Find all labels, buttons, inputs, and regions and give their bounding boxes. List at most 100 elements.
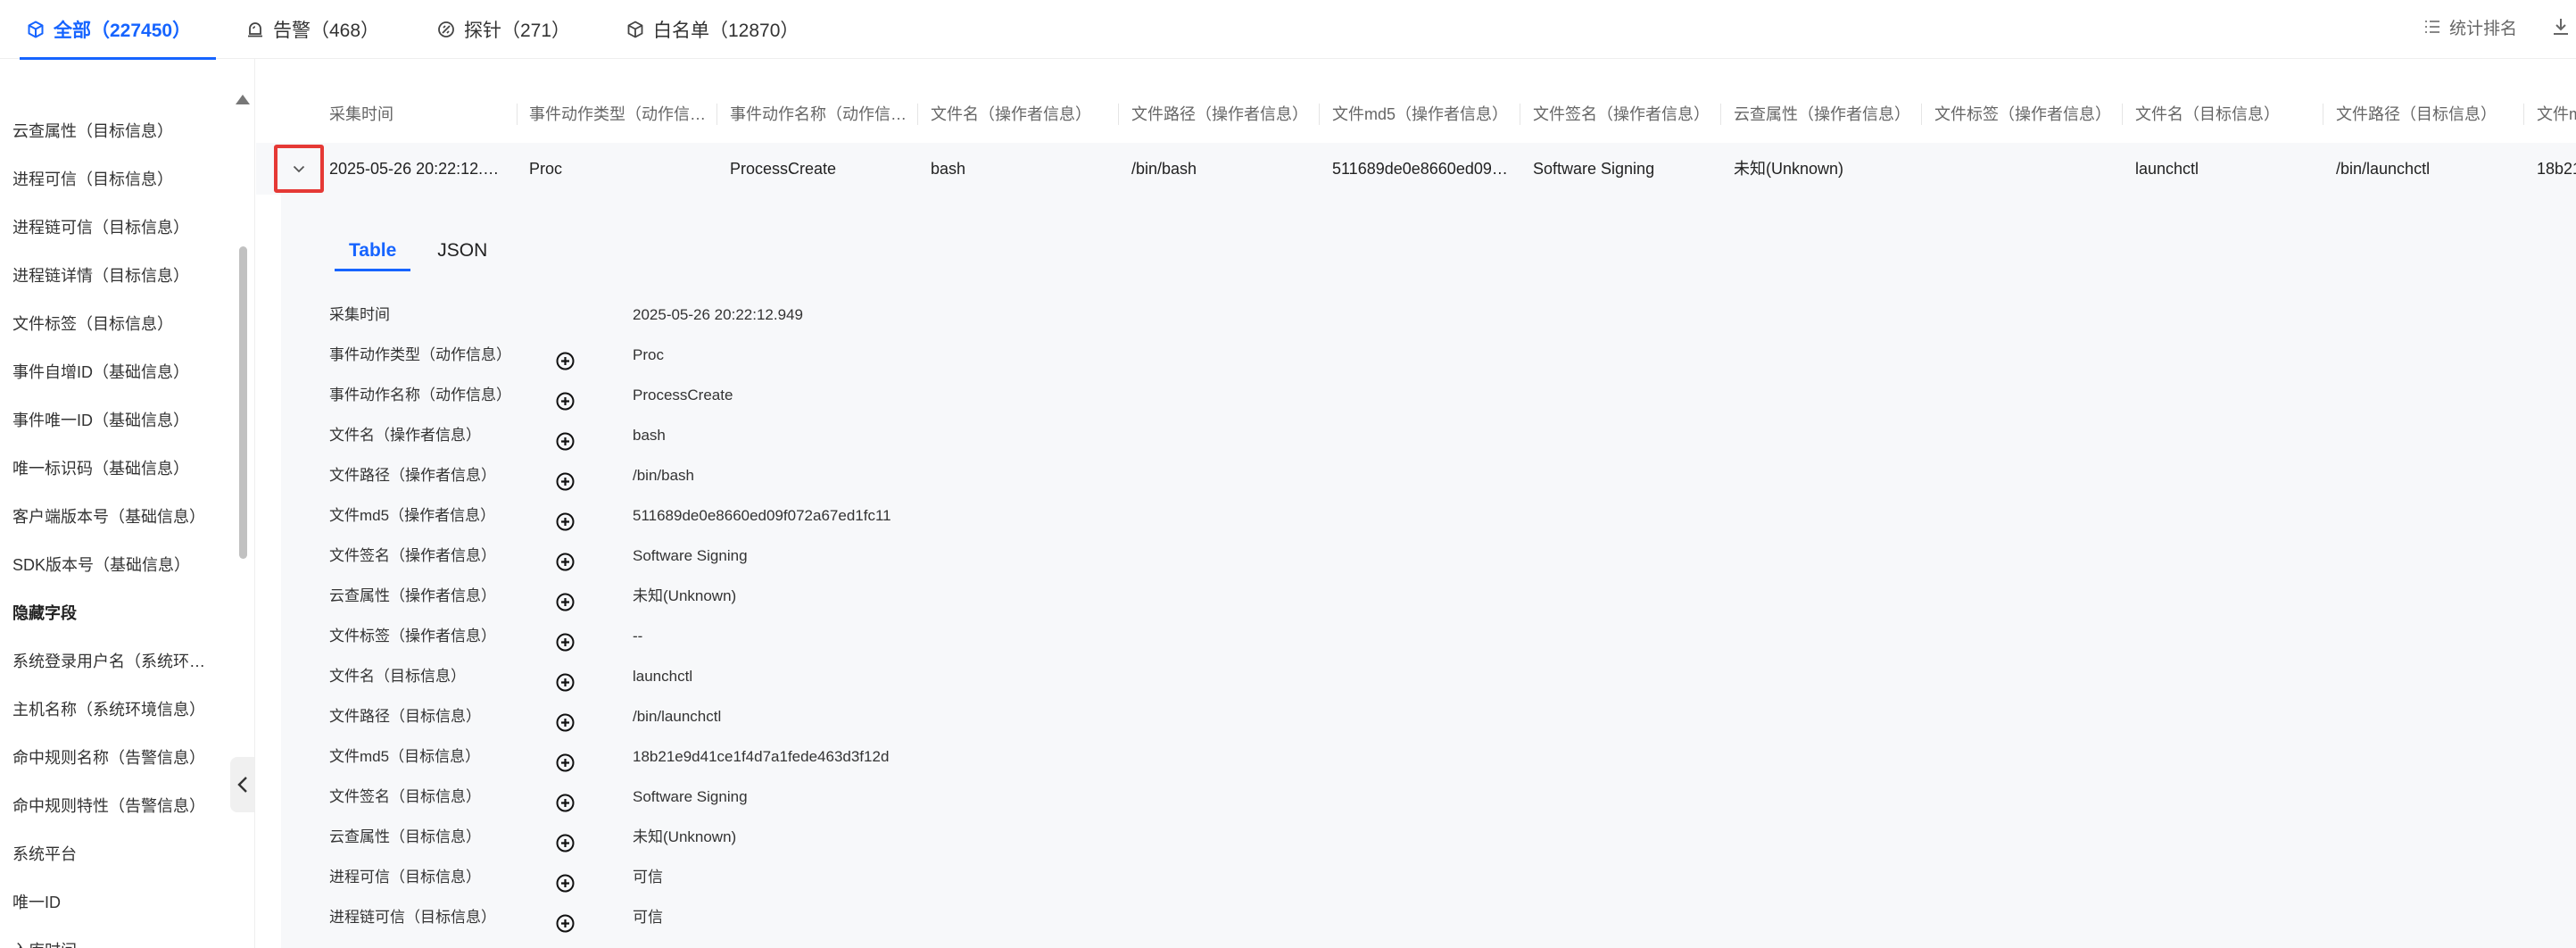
add-filter-icon[interactable] [556,386,575,411]
add-filter-icon[interactable] [556,426,575,451]
column-header[interactable]: 采集时间 [329,86,517,143]
detail-row: 文件md5（操作者信息） 511689de0e8660ed09f072a67ed1… [329,495,1578,536]
alarm-icon [248,22,262,37]
field-item[interactable]: 文件标签（目标信息） [12,300,218,348]
add-filter-icon[interactable] [556,586,575,611]
column-header[interactable]: 文件路径（目标信息） [2336,86,2523,143]
column-divider [1921,104,1922,125]
hidden-field-item[interactable]: 系统登录用户名（系统环境） [12,637,218,686]
column-header[interactable]: 文件标签（操作者信息） [1934,86,2122,143]
detail-row: 文件md5（目标信息） 18b21e9d41ce1f4d7a1fede463d3f… [329,736,1578,777]
hidden-field-item[interactable]: 系统平台 [12,830,218,878]
column-header[interactable]: 文件名（操作者信息） [931,86,1118,143]
detail-key: 文件名（操作者信息） [329,427,481,444]
detail-row: 事件动作名称（动作信息） ProcessCreate [329,375,1578,415]
table-cell: ProcessCreate [730,160,837,178]
add-filter-icon[interactable] [556,506,575,531]
hidden-field-item[interactable]: 命中规则特性（告警信息） [12,782,218,830]
column-header[interactable]: 事件动作名称（动作信息） [730,86,917,143]
download-button[interactable] [2553,18,2576,36]
probe-icon [438,21,454,37]
detail-row: 云查属性（操作者信息） 未知(Unknown) [329,576,1578,616]
add-filter-icon[interactable] [556,707,575,732]
field-item[interactable]: 云查属性（目标信息） [12,107,218,155]
field-item[interactable]: SDK版本号（基础信息） [12,541,218,589]
column-header[interactable]: 云查属性（操作者信息） [1734,86,1921,143]
table-cell: bash [931,160,966,178]
add-filter-icon[interactable] [556,787,575,812]
detail-key: 进程链可信（目标信息） [329,909,496,926]
table-cell [1934,143,2122,195]
add-filter-icon[interactable] [556,868,575,893]
tab-probe[interactable]: 探针（271） [437,0,570,59]
table-cell: 511689de0e8660ed09f072a67ed1fc11 [1332,160,1520,178]
detail-row: 事件动作类型（动作信息） Proc [329,335,1578,375]
tab-all[interactable]: 全部（227450） [19,0,217,60]
detail-row: 文件标签（操作者信息） -- [329,616,1578,656]
field-item[interactable]: 事件自增ID（基础信息） [12,348,218,396]
column-divider [917,104,918,125]
detail-row: 进程可信（目标信息） 可信 [329,857,1578,897]
detail-row: 采集时间 2025-05-26 20:22:12.949 [329,295,1578,335]
expand-row-button[interactable] [274,145,324,193]
list-icon [2424,21,2439,33]
tab-whitelist[interactable]: 白名单（12870） [626,0,799,59]
column-divider [716,104,717,125]
field-item[interactable]: 进程可信（目标信息） [12,155,218,204]
field-item[interactable]: 客户端版本号（基础信息） [12,493,218,541]
column-header[interactable]: 文件md5（目标信息） [2537,86,2576,143]
field-item[interactable]: 唯一标识码（基础信息） [12,445,218,493]
detail-key: 进程链详情（目标信息） [329,937,534,948]
column-header[interactable]: 文件路径（操作者信息） [1131,86,1319,143]
add-filter-icon[interactable] [556,345,575,370]
table-row[interactable]: 2025-05-26 20:22:12.949 Proc ProcessCrea… [256,143,2576,195]
rank-button[interactable]: 统计排名 [2424,15,2517,39]
detail-value: 可信 [633,909,663,926]
tab-table[interactable]: Table [335,230,411,286]
column-header[interactable]: 事件动作类型（动作信息） [529,86,716,143]
detail-row: 文件签名（目标信息） Software Signing [329,777,1578,817]
hidden-field-item[interactable]: 唯一ID [12,878,218,927]
detail-value: bash [633,427,666,444]
scroll-up-arrow-icon[interactable] [236,95,250,104]
table-cell: Software Signing [1533,160,1655,178]
add-filter-icon[interactable] [556,667,575,692]
column-divider [1319,104,1320,125]
detail-key: 进程可信（目标信息） [329,869,481,886]
detail-row: 文件路径（目标信息） /bin/launchctl [329,696,1578,736]
sidebar-scrollbar[interactable] [239,246,247,559]
add-filter-icon[interactable] [556,546,575,571]
detail-value: launchctl [633,668,693,685]
detail-value: 18b21e9d41ce1f4d7a1fede463d3f12d [633,748,890,765]
table-cell: launchctl [2135,160,2199,178]
hidden-field-item[interactable]: 主机名称（系统环境信息） [12,686,218,734]
add-filter-icon[interactable] [556,747,575,772]
whitelist-icon [627,21,643,38]
column-header[interactable]: 文件md5（操作者信息） [1332,86,1520,143]
column-header[interactable]: 文件签名（操作者信息） [1533,86,1720,143]
add-filter-icon[interactable] [556,827,575,852]
column-header[interactable]: 文件名（目标信息） [2135,86,2323,143]
collapse-sidebar-button[interactable] [230,757,254,812]
detail-value: ProcessCreate [633,387,733,403]
table-cell: 2025-05-26 20:22:12.949 [329,160,510,178]
detail-field-list: 采集时间 2025-05-26 20:22:12.949 事件动作类型（动作信息） P… [329,295,1578,948]
field-item[interactable]: 进程链可信（目标信息） [12,204,218,252]
tab-alarm[interactable]: 告警（468） [246,0,379,59]
detail-value: 可信 [633,869,663,886]
add-filter-icon[interactable] [556,908,575,933]
add-filter-icon[interactable] [556,466,575,491]
add-filter-icon[interactable] [556,627,575,652]
field-item[interactable]: 事件唯一ID（基础信息） [12,396,218,445]
detail-row: 文件名（目标信息） launchctl [329,656,1578,696]
field-item[interactable]: 进程链详情（目标信息） [12,252,218,300]
detail-value: Software Signing [633,788,748,805]
table-header: 采集时间 事件动作类型（动作信息） 事件动作名称（动作信息） 文件名（操作者信息… [256,86,2576,143]
field-sidebar: 云查属性（目标信息） 进程可信（目标信息） 进程链可信（目标信息） 进程链详情（… [0,59,255,948]
detail-row: 文件签名（操作者信息） Software Signing [329,536,1578,576]
hidden-field-item[interactable]: 命中规则名称（告警信息） [12,734,218,782]
table-cell: /bin/launchctl [2336,160,2431,178]
hidden-field-item[interactable]: 入库时间 [12,927,218,948]
tab-json[interactable]: JSON [423,230,501,286]
detail-key: 文件md5（操作者信息） [329,507,496,524]
